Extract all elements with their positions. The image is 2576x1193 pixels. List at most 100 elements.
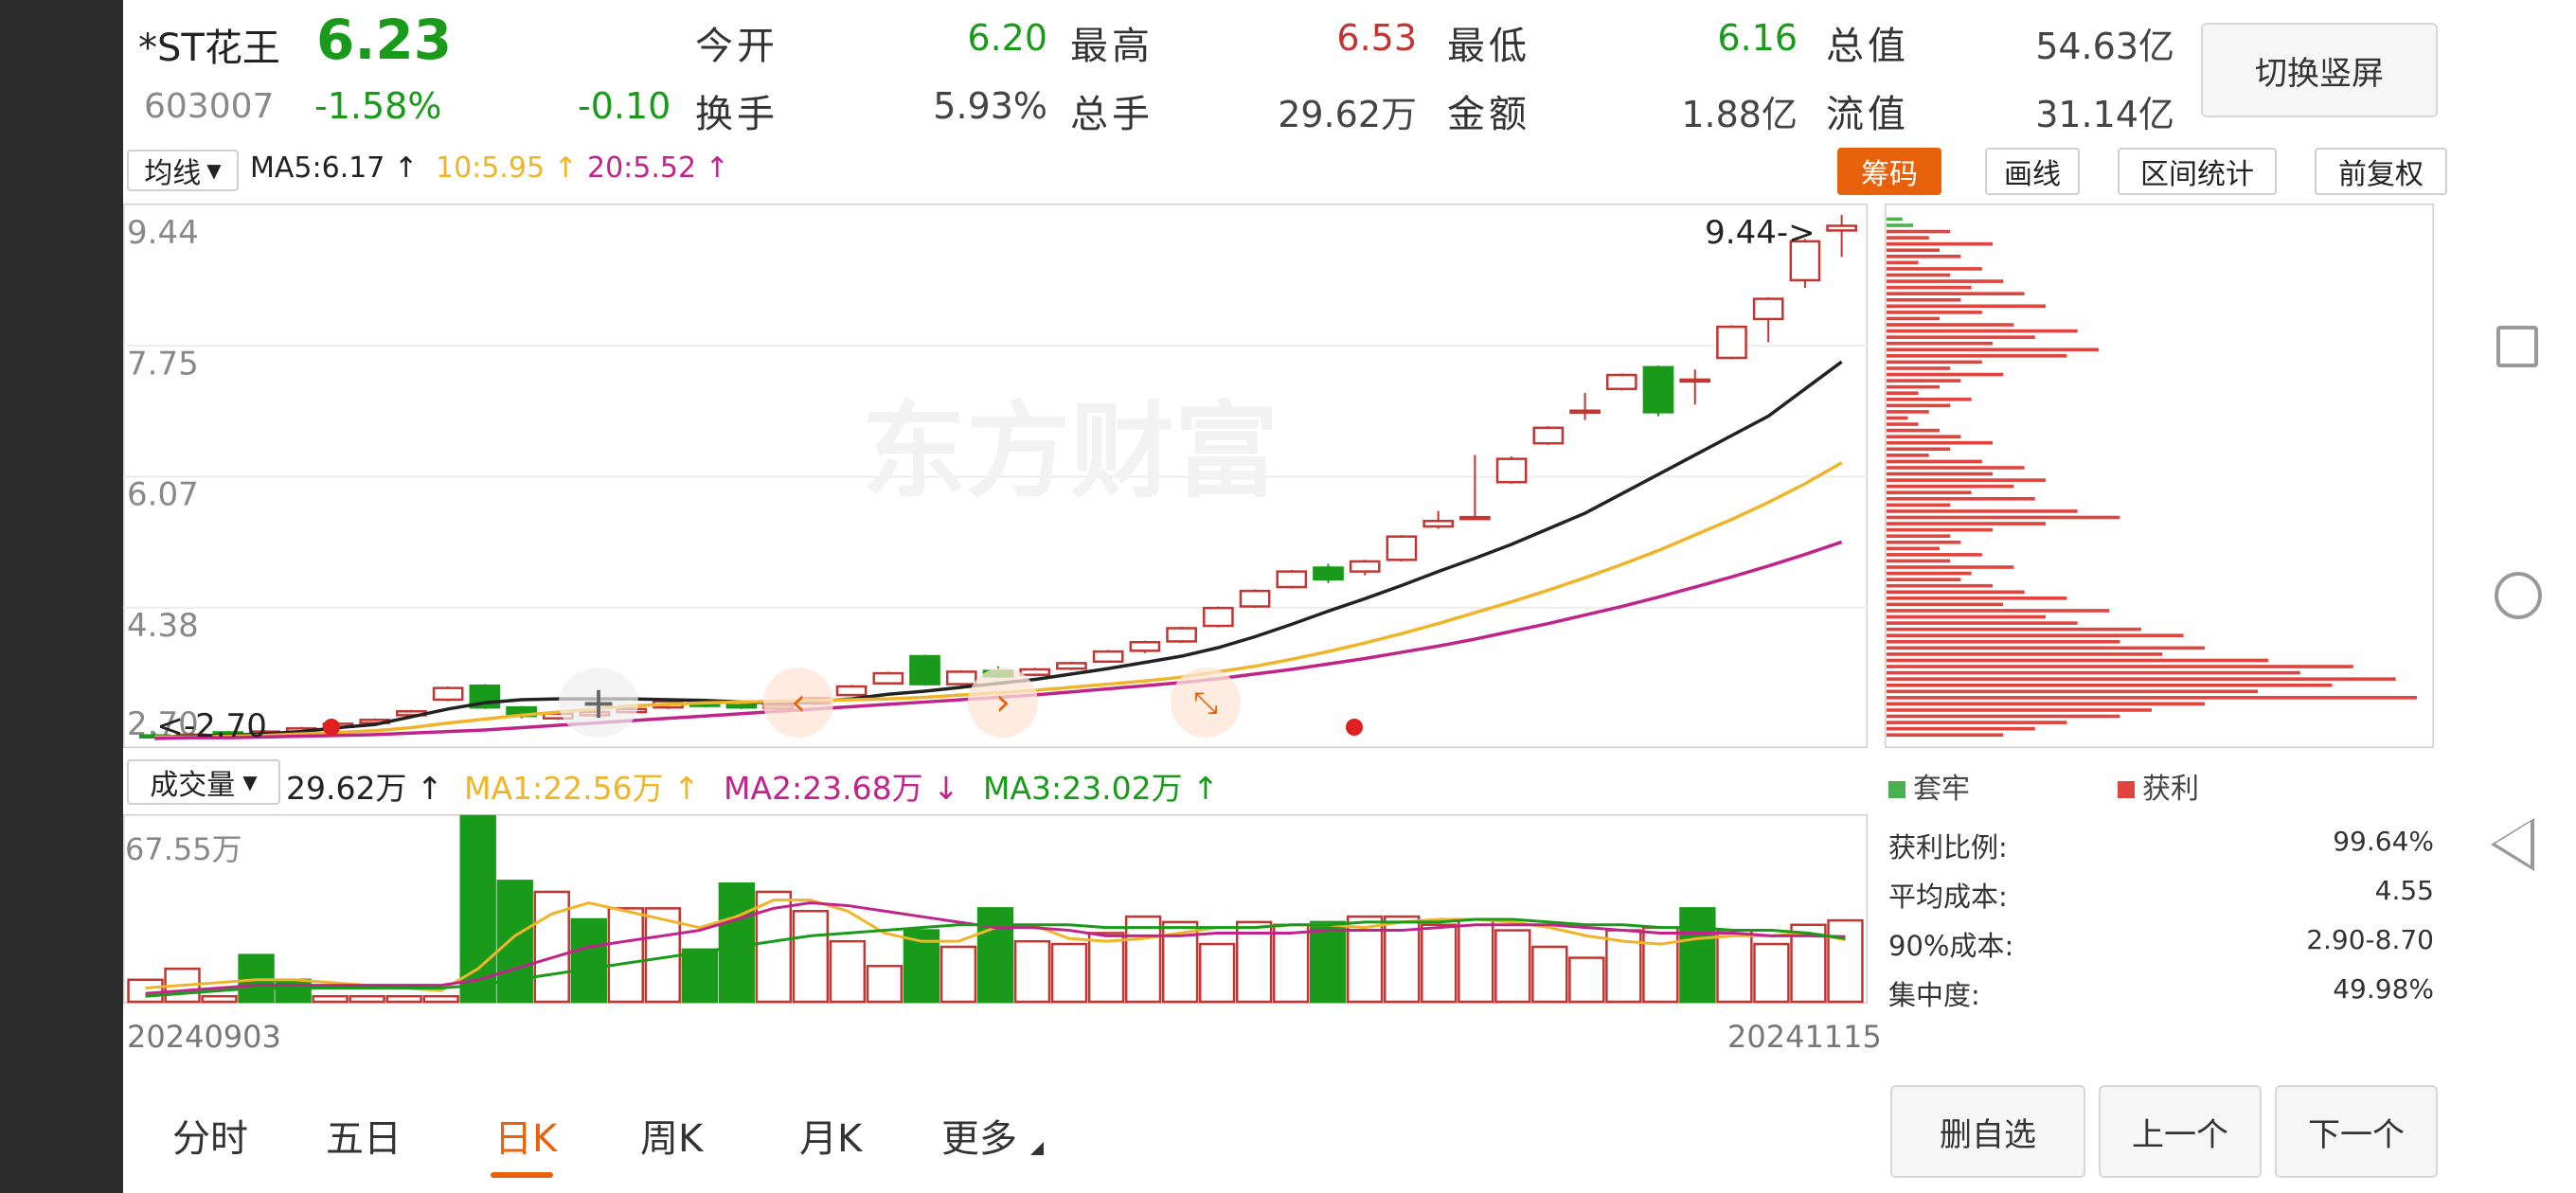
dropdown-icon: ▼ — [206, 159, 222, 182]
forward-adjust-button[interactable]: 前复权 — [2315, 148, 2447, 195]
scroll-left-button[interactable]: ‹ — [763, 668, 833, 738]
chip-bar — [1887, 534, 1951, 538]
chip-stat-label: 90%成本: — [1888, 930, 2014, 962]
volume-chart[interactable]: 67.55万 — [123, 814, 1868, 1004]
volume-bar — [533, 890, 570, 1004]
chip-bar — [1887, 733, 2004, 738]
volume-bar — [1198, 942, 1236, 1004]
volume-bar — [1642, 926, 1679, 1004]
app-screen: *ST花王 6.23 603007 -1.58% -0.10 今开 6.20 最高 6… — [0, 0, 2576, 1193]
tab-1[interactable]: 五日 — [326, 1108, 402, 1163]
volume-bar — [1309, 920, 1347, 1004]
home-icon[interactable] — [2495, 572, 2542, 619]
quote-field-value: 6.20 — [967, 17, 1047, 59]
change-amount: -0.10 — [578, 85, 671, 127]
quote-field-value: 6.53 — [1336, 17, 1417, 59]
tab-0[interactable]: 分时 — [172, 1108, 248, 1163]
chip-bar — [1887, 602, 2004, 607]
chip-bar — [1887, 696, 2417, 700]
crosshair-icon: + — [580, 677, 617, 728]
candle-body — [1605, 373, 1637, 391]
candle-body — [1716, 325, 1747, 360]
tab-5[interactable]: 更多 — [941, 1108, 1017, 1163]
kline-chart[interactable]: 9.447.756.074.382.70东方财富9.44-><-2.70 — [123, 204, 1868, 748]
volume-bar — [718, 881, 756, 1004]
volume-bar — [1531, 945, 1568, 1004]
draw-line-button[interactable]: 画线 — [1985, 148, 2080, 195]
candle-body — [1239, 589, 1271, 608]
date-end: 20241115 — [1727, 1019, 1882, 1055]
event-marker[interactable] — [1346, 719, 1363, 736]
chip-bar — [1887, 311, 1982, 314]
volume-bar — [1827, 918, 1864, 1004]
volume-readout: 29.62万 ↑ — [286, 770, 443, 807]
chip-bar — [1887, 578, 1961, 581]
tab-3[interactable]: 周K — [640, 1108, 703, 1163]
chip-bar — [1887, 609, 2110, 613]
candle-body — [1202, 606, 1234, 628]
chip-bar — [1887, 397, 1972, 401]
chip-bar — [1887, 384, 1940, 389]
date-start: 20240903 — [127, 1019, 281, 1055]
vol-ma3-readout: MA3:23.02万 ↑ — [983, 770, 1219, 807]
chip-bar — [1887, 391, 1919, 396]
up-arrow-icon: ↑ — [406, 770, 443, 807]
chip-bar — [1887, 440, 1993, 445]
chips-button[interactable]: 筹码 — [1837, 148, 1941, 195]
remove-watchlist-button[interactable]: 删自选 — [1890, 1085, 2085, 1178]
candle-body — [1129, 641, 1161, 652]
volume-bar — [422, 994, 459, 1004]
next-stock-button[interactable]: 下一个 — [2275, 1085, 2438, 1178]
chip-bar — [1887, 590, 2025, 595]
active-tab-underline — [491, 1172, 553, 1178]
chip-bar — [1887, 583, 1993, 588]
chip-bar — [1887, 571, 1972, 576]
chip-bar — [1887, 229, 1951, 234]
previous-stock-button[interactable]: 上一个 — [2099, 1085, 2262, 1178]
back-icon-inner — [2496, 822, 2531, 865]
quote-field-value: 31.14亿 — [2035, 94, 2174, 135]
ma-selector[interactable]: 均线 ▼ — [127, 150, 239, 191]
chip-bar — [1887, 565, 2014, 569]
volume-bar — [681, 948, 719, 1004]
candle-body — [1166, 627, 1197, 643]
chip-bar — [1887, 347, 2099, 352]
ma20-readout: 20:5.52 ↑ — [587, 151, 729, 185]
chip-bar — [1887, 633, 2184, 638]
chip-bar — [1887, 652, 2163, 656]
up-arrow-icon: ↑ — [663, 770, 700, 807]
crosshair-button[interactable]: + — [559, 668, 638, 738]
y-tick-label: 9.44 — [127, 214, 199, 252]
chip-bar — [1887, 273, 1951, 277]
range-stats-button[interactable]: 区间统计 — [2118, 148, 2277, 195]
y-tick-label: 7.75 — [127, 345, 199, 383]
chip-bar — [1887, 379, 1961, 383]
quote-field-label: 换手 — [695, 93, 778, 136]
legend-loss-swatch — [1888, 781, 1905, 798]
switch-portrait-button[interactable]: 切换竖屏 — [2201, 23, 2438, 117]
up-arrow-icon: ↑ — [385, 151, 419, 185]
more-caret-icon — [1030, 1142, 1044, 1155]
chip-bar — [1887, 546, 1940, 551]
tab-4[interactable]: 月K — [799, 1108, 862, 1163]
chip-bar — [1887, 279, 2004, 283]
chip-bar — [1887, 341, 1993, 346]
chip-bar — [1887, 416, 1908, 420]
volume-bar — [1679, 907, 1716, 1004]
scroll-right-button[interactable]: › — [968, 668, 1038, 738]
event-marker[interactable] — [323, 719, 340, 736]
volume-bar — [1568, 956, 1605, 1004]
zoom-out-button[interactable]: ⤡ — [1171, 668, 1241, 738]
chip-bar — [1887, 639, 2120, 644]
candle-body — [909, 654, 940, 686]
volume-selector[interactable]: 成交量 ▼ — [127, 759, 280, 805]
quote-field-label: 流值 — [1826, 93, 1909, 136]
chip-bar — [1887, 223, 1913, 227]
candle-body — [945, 670, 977, 686]
volume-bar — [127, 978, 164, 1004]
tab-2[interactable]: 日K — [494, 1108, 557, 1163]
chip-bar — [1887, 410, 1929, 414]
recent-apps-icon[interactable] — [2496, 326, 2538, 367]
left-system-bar — [0, 0, 123, 1193]
chip-distribution-chart — [1885, 204, 2434, 748]
